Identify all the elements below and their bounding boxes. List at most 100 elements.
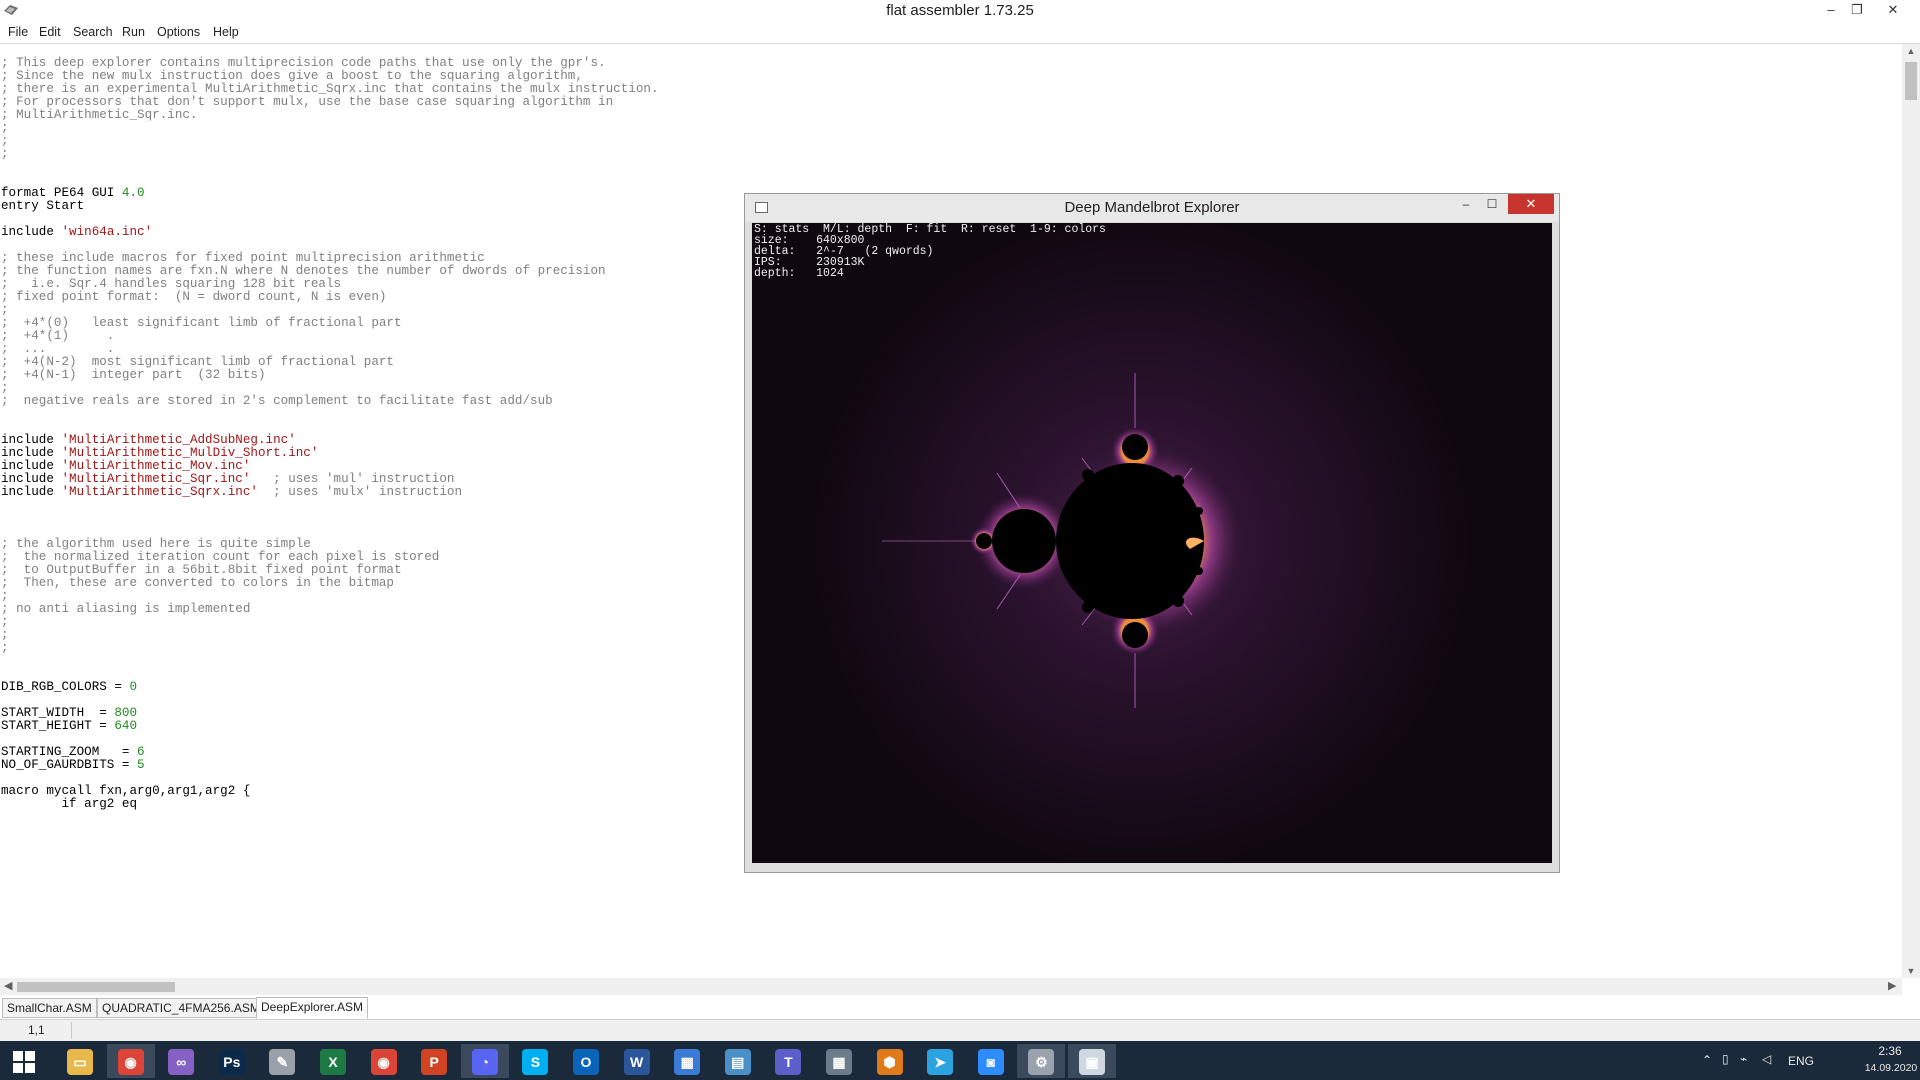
code-line[interactable]: ; Then, these are converted to colors in… (1, 575, 394, 591)
vertical-scrollbar[interactable]: ▲ ▼ (1902, 44, 1920, 978)
code-line[interactable]: NO_OF_GAURDBITS = 5 (1, 757, 145, 773)
scroll-left-arrow-icon[interactable]: ◀ (4, 979, 12, 992)
minimize-button[interactable]: – (1817, 0, 1845, 20)
start-button[interactable] (0, 1044, 48, 1078)
show-hidden-icons-icon[interactable]: ⌃ (1702, 1053, 1712, 1067)
code-line[interactable] (1, 809, 77, 825)
menu-bar: File Edit Search Run Options Help (0, 22, 1920, 44)
fractal-canvas[interactable]: S: stats M/L: depth F: fit R: reset 1-9:… (752, 223, 1552, 863)
vertical-scroll-thumb[interactable] (1905, 62, 1917, 100)
code-line[interactable]: ; fixed point format: (N = dword count, … (1, 289, 386, 305)
code-token: ; (1, 641, 9, 655)
network-taskbar-button[interactable]: ▦ (663, 1044, 711, 1078)
chrome-taskbar-button[interactable]: ◉ (106, 1044, 155, 1078)
calculator-taskbar-button[interactable]: ▦ (815, 1044, 863, 1078)
volume-icon[interactable]: ◁ (1762, 1052, 1771, 1066)
zoom-icon: ◙ (977, 1048, 1004, 1075)
language-indicator[interactable]: ENG (1788, 1054, 1814, 1068)
menu-search[interactable]: Search (71, 25, 115, 39)
tab-quadratic[interactable]: QUADRATIC_4FMA256.ASM (97, 998, 265, 1018)
scroll-right-arrow-icon[interactable]: ▶ (1888, 979, 1896, 992)
tab-deepexplorer[interactable]: DeepExplorer.ASM (256, 997, 369, 1019)
word-taskbar-button[interactable]: W (613, 1044, 661, 1078)
code-token: DIB_RGB_COLORS = (1, 680, 130, 694)
menu-run[interactable]: Run (120, 25, 147, 39)
teams-taskbar-button[interactable]: T (764, 1044, 812, 1078)
clock-date[interactable]: 14.09.2020 (1858, 1062, 1920, 1074)
telegram-taskbar-button[interactable]: ➤ (916, 1044, 964, 1078)
visual-studio-icon: ∞ (168, 1048, 195, 1075)
tab-smallchar[interactable]: SmallChar.ASM (2, 998, 97, 1018)
flat-assembler-taskbar-button[interactable]: ⚙ (1017, 1044, 1066, 1078)
code-line[interactable]: ; (1, 146, 9, 162)
tray-device-icon[interactable]: ▯ (1722, 1052, 1729, 1066)
chrome-2-taskbar-button[interactable]: ◉ (360, 1044, 408, 1078)
outlook-icon: O (573, 1048, 599, 1075)
code-line[interactable]: include 'win64a.inc' (1, 224, 152, 240)
code-token: ; no anti aliasing is implemented (1, 602, 251, 616)
skype-taskbar-button[interactable]: S (511, 1044, 559, 1078)
network-status-icon[interactable]: ⌁ (1740, 1052, 1747, 1066)
code-token: ; Then, these are converted to colors in… (1, 576, 394, 590)
excel-taskbar-button[interactable]: X (309, 1044, 357, 1078)
mandelbrot-window-taskbar-button[interactable]: ▣ (1068, 1044, 1116, 1078)
skype-icon: S (522, 1048, 549, 1075)
powerpoint-taskbar-button[interactable]: P (410, 1044, 458, 1078)
paint-taskbar-button[interactable]: ✎ (258, 1044, 306, 1078)
code-token: 'win64a.inc' (61, 225, 153, 239)
code-token: 640 (114, 719, 138, 733)
telegram-icon: ➤ (927, 1048, 954, 1075)
code-token: 0 (129, 680, 138, 694)
network-icon: ▦ (674, 1048, 701, 1075)
outlook-taskbar-button[interactable]: O (562, 1044, 610, 1078)
horizontal-scrollbar[interactable]: ◀ ▶ (0, 978, 1902, 995)
code-line[interactable]: ; negative reals are stored in 2's compl… (1, 393, 553, 409)
visual-studio-taskbar-button[interactable]: ∞ (157, 1044, 205, 1078)
code-line[interactable]: START_HEIGHT = 640 (1, 718, 137, 734)
mandelbrot-window-icon: ▣ (1079, 1048, 1105, 1075)
code-token: ; negative reals are stored in 2's compl… (1, 394, 553, 408)
code-token: ; MultiArithmetic_Sqr.inc. (1, 108, 198, 122)
mandelbrot-window-title: Deep Mandelbrot Explorer (1064, 199, 1240, 216)
restore-button[interactable]: ❐ (1843, 0, 1871, 20)
code-token: 'MultiArithmetic_Sqrx.inc' (61, 485, 258, 499)
scroll-up-arrow-icon[interactable]: ▲ (1902, 46, 1920, 56)
mandelbrot-title-bar[interactable]: Deep Mandelbrot Explorer – ☐ ✕ (745, 194, 1559, 222)
chrome-2-icon: ◉ (370, 1048, 397, 1075)
taskbar: ▭ ◉ ∞ Ps ✎ X ◉ P ◔ S O W ▦ ▤ T ▦ ⬢ ➤ ◙ ⚙ ▣ ⌃ ▯ ⌁ ◁ ENG 2:36 … (0, 1041, 1920, 1080)
photoshop-taskbar-button[interactable]: Ps (208, 1044, 256, 1078)
code-line[interactable]: ; no anti aliasing is implemented (1, 601, 250, 617)
file-explorer-taskbar-button[interactable]: ▭ (56, 1044, 104, 1078)
paint-icon: ✎ (269, 1048, 296, 1075)
discord-taskbar-button[interactable]: ◔ (460, 1044, 509, 1078)
windows-logo-icon (13, 1050, 35, 1073)
title-bar: flat assembler 1.73.25 – ❐ ✕ (0, 0, 1920, 23)
code-line[interactable]: DIB_RGB_COLORS = 0 (1, 679, 137, 695)
code-line[interactable]: ; +4(N-1) integer part (32 bits) (1, 367, 266, 383)
calculator-icon: ▦ (826, 1048, 852, 1075)
mandelbrot-window[interactable]: Deep Mandelbrot Explorer – ☐ ✕ S: stats … (744, 193, 1560, 873)
close-button[interactable]: ✕ (1879, 0, 1907, 20)
control-panel-taskbar-button[interactable]: ▤ (714, 1044, 762, 1078)
code-token: START_HEIGHT = (1, 719, 115, 733)
scroll-down-arrow-icon[interactable]: ▼ (1902, 966, 1920, 976)
code-line[interactable]: include 'MultiArithmetic_Sqrx.inc' ; use… (1, 484, 462, 500)
mandelbrot-minimize-button[interactable]: – (1453, 194, 1479, 214)
share-taskbar-button[interactable]: ⬢ (866, 1044, 914, 1078)
teams-icon: T (775, 1048, 802, 1075)
mandelbrot-maximize-button[interactable]: ☐ (1479, 194, 1505, 214)
menu-file[interactable]: File (6, 25, 30, 39)
clock-time[interactable]: 2:36 (1864, 1044, 1916, 1058)
menu-help[interactable]: Help (211, 25, 241, 39)
code-line[interactable]: ; MultiArithmetic_Sqr.inc. (1, 107, 198, 123)
mandelbrot-close-button[interactable]: ✕ (1508, 194, 1554, 214)
code-line[interactable]: ; (1, 640, 9, 656)
zoom-taskbar-button[interactable]: ◙ (967, 1044, 1015, 1078)
code-line[interactable]: entry Start (1, 198, 84, 214)
file-explorer-icon: ▭ (67, 1048, 93, 1075)
menu-edit[interactable]: Edit (37, 25, 63, 39)
menu-options[interactable]: Options (155, 25, 202, 39)
flat-assembler-icon: ⚙ (1028, 1048, 1055, 1075)
horizontal-scroll-thumb[interactable] (17, 982, 175, 992)
